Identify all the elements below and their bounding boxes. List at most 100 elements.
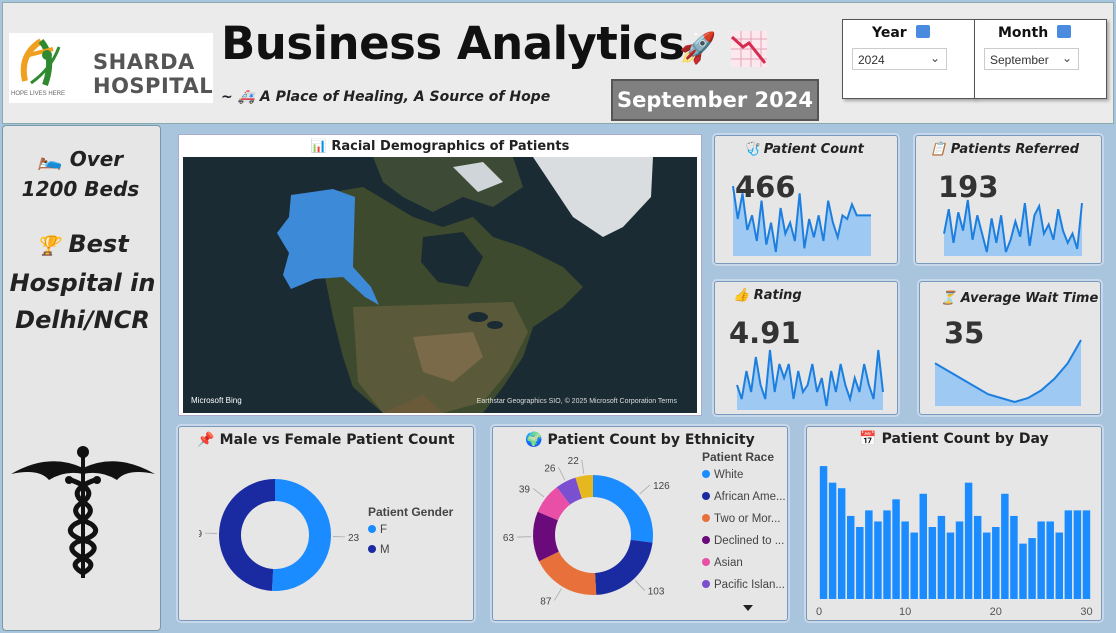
bar[interactable] [983,532,991,599]
donut-slice[interactable] [539,551,597,595]
bar[interactable] [1019,543,1027,599]
bar[interactable] [1001,493,1009,599]
day-bar-chart[interactable]: 0 10 20 30 [811,449,1101,621]
month-value: September [990,53,1049,67]
bar[interactable] [937,515,946,599]
logo-line-2: HOSPITAL [93,74,214,98]
legend-label: M [380,544,390,556]
bar[interactable] [973,515,982,599]
gender-donut[interactable]: 237 229 [199,463,359,603]
map-visual[interactable]: 📊 Racial Demographics of Patients Micros… [178,134,702,416]
bar[interactable] [892,499,900,599]
kpi-title: ⏳ Average Wait Time [940,291,1099,306]
best-hospital-callout: 🏆 Best Hospital in Delhi/NCR [3,226,162,339]
ethnicity-chart-title: 🌍 Patient Count by Ethnicity [525,432,755,448]
kpi-title: 🩺 Patient Count [743,142,864,157]
donut-slice[interactable] [595,539,653,595]
bar[interactable] [1064,510,1073,599]
rating-sparkline [736,349,884,410]
legend-item[interactable]: African Ame... [702,491,786,503]
leader-line [532,488,545,498]
legend-item[interactable]: F [368,524,387,536]
gender-chart-panel[interactable]: 📌 Male vs Female Patient Count 237 229 Pa… [178,426,474,621]
header-banner: SHARDA HOSPITAL HOPE LIVES HERE Business… [2,2,1114,124]
month-slicer[interactable]: Month September ⌄ [974,19,1107,99]
legend-item[interactable]: White [702,469,743,481]
bar[interactable] [874,521,882,599]
bar[interactable] [946,532,955,599]
kpi-patient-count[interactable]: 🩺 Patient Count 466 [714,135,898,264]
beds-line-1: Over [69,147,124,171]
best-line-2: Hospital in [9,269,156,297]
legend-label: African Ame... [714,491,786,503]
legend-swatch [702,558,710,566]
legend-swatch [368,545,376,553]
bar[interactable] [1046,521,1054,599]
year-slicer[interactable]: Year 2024 ⌄ [842,19,975,99]
day-chart-panel[interactable]: 📅 Patient Count by Day 0 10 20 30 [806,426,1102,621]
legend-label: Two or Mor... [714,513,781,525]
best-line-3: Delhi/NCR [15,306,150,334]
bar[interactable] [1082,510,1091,599]
legend-item[interactable]: Pacific Islan... [702,579,785,591]
legend-scroll-down-icon[interactable] [743,605,753,611]
bar[interactable] [928,527,937,599]
legend-item[interactable]: Two or Mor... [702,513,780,525]
bar[interactable] [901,521,909,599]
legend-swatch [702,492,710,500]
donut-slice[interactable] [593,475,653,543]
period-badge: September 2024 [611,79,819,121]
trophy-icon: 🏆 [36,235,60,257]
chevron-down-icon[interactable]: ⌄ [930,51,940,65]
calendar-icon [1057,25,1072,38]
bar[interactable] [837,488,846,599]
kpi-average-wait[interactable]: ⏳ Average Wait Time 35 [919,281,1101,415]
bar[interactable] [1028,538,1036,599]
bar[interactable] [919,493,927,599]
donut-slice[interactable] [271,479,331,591]
donut-slice[interactable] [219,479,275,591]
x-tick-label: 0 [816,606,822,618]
bar[interactable] [910,532,918,599]
data-label: 39 [519,484,531,495]
legend-swatch [368,525,376,533]
beds-line-2: 1200 Beds [21,177,140,201]
year-dropdown[interactable]: 2024 ⌄ [852,48,947,70]
data-label: 103 [648,587,665,598]
bar[interactable] [992,527,1000,599]
bar[interactable] [1010,515,1018,599]
kpi-rating[interactable]: 👍 Rating 4.91 [714,281,898,415]
ethnicity-donut[interactable]: 126 103 87 63 39 26 22 [497,457,693,617]
bar[interactable] [847,515,855,599]
bar[interactable] [865,510,873,599]
bar[interactable] [819,466,828,599]
month-dropdown[interactable]: September ⌄ [984,48,1079,70]
bar[interactable] [964,482,973,599]
patients-referred-sparkline [943,199,1083,256]
north-america-map[interactable] [183,157,697,413]
chevron-down-icon[interactable]: ⌄ [1062,51,1072,65]
ethnicity-chart-panel[interactable]: 🌍 Patient Count by Ethnicity 126 103 87 63 3… [492,426,788,621]
legend-item[interactable]: Asian [702,557,743,569]
legend-swatch [702,470,710,478]
bar[interactable] [1037,521,1045,599]
bar[interactable] [1055,532,1063,599]
map-title: 📊 Racial Demographics of Patients [310,139,570,154]
bar[interactable] [883,510,891,599]
data-label: 26 [544,463,556,474]
kpi-patients-referred[interactable]: 📋 Patients Referred 193 [915,135,1102,264]
bar[interactable] [828,482,837,599]
data-label: 126 [653,481,670,492]
bar[interactable] [955,521,964,599]
year-slicer-label: Year [872,25,907,41]
bar[interactable] [856,527,864,599]
legend-item[interactable]: M [368,544,390,556]
legend-item[interactable]: Declined to ... [702,535,784,547]
map-credit[interactable]: Earthstar Geographics SIO, © 2025 Micros… [477,398,677,405]
map-canvas[interactable]: Microsoft Bing Earthstar Geographics SIO… [183,157,697,413]
best-line-1: Best [68,230,129,258]
logo-line-1: SHARDA [93,50,195,74]
bar[interactable] [1073,510,1082,599]
legend-swatch [702,514,710,522]
beds-callout: 🛌 Over 1200 Beds [3,144,158,204]
